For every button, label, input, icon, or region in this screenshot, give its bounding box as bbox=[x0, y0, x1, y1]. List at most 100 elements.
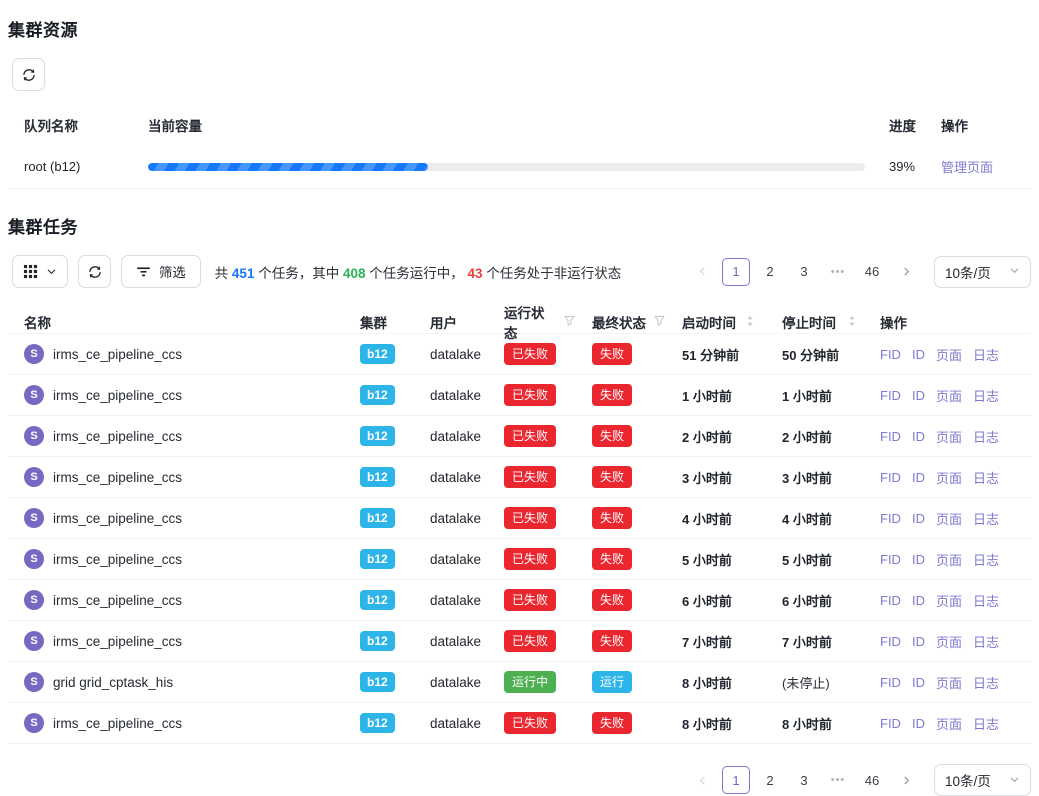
row-actions: FID ID 页面 日志 bbox=[864, 427, 1031, 446]
log-link[interactable]: 日志 bbox=[973, 550, 999, 569]
user-name: datalake bbox=[430, 593, 481, 608]
row-actions: FID ID 页面 日志 bbox=[864, 591, 1031, 610]
log-link[interactable]: 日志 bbox=[973, 427, 999, 446]
final-status-header-label: 最终状态 bbox=[592, 312, 646, 332]
id-link[interactable]: ID bbox=[912, 429, 925, 444]
start-time-header: 启动时间 bbox=[666, 312, 766, 332]
page-ellipsis[interactable]: ••• bbox=[824, 258, 852, 286]
page-link[interactable]: 页面 bbox=[936, 468, 962, 487]
cluster-tag: b12 bbox=[360, 508, 395, 528]
page-button-1[interactable]: 1 bbox=[722, 258, 750, 286]
log-link[interactable]: 日志 bbox=[973, 714, 999, 733]
manage-page-link[interactable]: 管理页面 bbox=[941, 160, 993, 175]
refresh-tasks-button[interactable] bbox=[78, 255, 111, 288]
fid-link[interactable]: FID bbox=[880, 634, 901, 649]
fid-link[interactable]: FID bbox=[880, 429, 901, 444]
page-link[interactable]: 页面 bbox=[936, 427, 962, 446]
queue-name: root (b12) bbox=[8, 159, 148, 174]
sorter-icon[interactable] bbox=[848, 314, 856, 331]
stop-time: 50 分钟前 bbox=[782, 345, 839, 364]
id-link[interactable]: ID bbox=[912, 347, 925, 362]
stop-time: (未停止) bbox=[782, 673, 830, 692]
fid-link[interactable]: FID bbox=[880, 511, 901, 526]
id-link[interactable]: ID bbox=[912, 470, 925, 485]
log-link[interactable]: 日志 bbox=[973, 345, 999, 364]
run-status-badge: 已失败 bbox=[504, 466, 556, 488]
task-name: irms_ce_pipeline_ccs bbox=[53, 552, 182, 567]
run-status-badge: 已失败 bbox=[504, 425, 556, 447]
cluster-tag: b12 bbox=[360, 549, 395, 569]
id-link[interactable]: ID bbox=[912, 675, 925, 690]
user-name: datalake bbox=[430, 429, 481, 444]
refresh-resources-button[interactable] bbox=[12, 58, 45, 91]
tasks-toolbar: 筛选 共 451 个任务，其中 408 个任务运行中， 43 个任务处于非运行状… bbox=[12, 255, 1031, 288]
log-link[interactable]: 日志 bbox=[973, 673, 999, 692]
page-size-select[interactable]: 10条/页 bbox=[934, 256, 1031, 288]
row-actions: FID ID 页面 日志 bbox=[864, 345, 1031, 364]
fid-link[interactable]: FID bbox=[880, 388, 901, 403]
capacity-cell bbox=[148, 163, 879, 171]
name-cell: S irms_ce_pipeline_ccs bbox=[8, 590, 344, 610]
id-link[interactable]: ID bbox=[912, 511, 925, 526]
id-link[interactable]: ID bbox=[912, 716, 925, 731]
table-row: S grid grid_cptask_his b12 datalake 运行中 … bbox=[8, 662, 1031, 703]
final-status-badge: 失败 bbox=[592, 466, 632, 488]
cluster-tag: b12 bbox=[360, 385, 395, 405]
page-link[interactable]: 页面 bbox=[936, 714, 962, 733]
filter-funnel-icon[interactable] bbox=[653, 314, 666, 330]
start-time: 7 小时前 bbox=[682, 632, 732, 651]
final-status-header: 最终状态 bbox=[576, 312, 666, 332]
next-page-button[interactable] bbox=[892, 258, 920, 286]
log-link[interactable]: 日志 bbox=[973, 386, 999, 405]
page-link[interactable]: 页面 bbox=[936, 345, 962, 364]
chevron-down-icon bbox=[1009, 264, 1020, 279]
page-link[interactable]: 页面 bbox=[936, 509, 962, 528]
page-link[interactable]: 页面 bbox=[936, 591, 962, 610]
start-time: 6 小时前 bbox=[682, 591, 732, 610]
page-link[interactable]: 页面 bbox=[936, 673, 962, 692]
run-status-badge: 已失败 bbox=[504, 548, 556, 570]
fid-link[interactable]: FID bbox=[880, 716, 901, 731]
user-name: datalake bbox=[430, 634, 481, 649]
page-link[interactable]: 页面 bbox=[936, 550, 962, 569]
log-link[interactable]: 日志 bbox=[973, 591, 999, 610]
task-name: irms_ce_pipeline_ccs bbox=[53, 347, 182, 362]
page-link[interactable]: 页面 bbox=[936, 632, 962, 651]
run-status-badge: 已失败 bbox=[504, 630, 556, 652]
fid-link[interactable]: FID bbox=[880, 470, 901, 485]
id-link[interactable]: ID bbox=[912, 634, 925, 649]
task-name: irms_ce_pipeline_ccs bbox=[53, 388, 182, 403]
table-row: S irms_ce_pipeline_ccs b12 datalake 已失败 … bbox=[8, 498, 1031, 539]
task-summary: 共 451 个任务，其中 408 个任务运行中， 43 个任务处于非运行状态 bbox=[215, 262, 622, 282]
avatar: S bbox=[24, 426, 44, 446]
fid-link[interactable]: FID bbox=[880, 347, 901, 362]
page-button-2[interactable]: 2 bbox=[756, 258, 784, 286]
page-button-3[interactable]: 3 bbox=[790, 258, 818, 286]
user-name: datalake bbox=[430, 470, 481, 485]
resources-table-header: 队列名称 当前容量 进度 操作 bbox=[8, 105, 1031, 145]
page-link[interactable]: 页面 bbox=[936, 386, 962, 405]
fid-link[interactable]: FID bbox=[880, 593, 901, 608]
progress-header: 进度 bbox=[879, 115, 935, 135]
prev-page-button[interactable] bbox=[688, 258, 716, 286]
filter-funnel-icon[interactable] bbox=[563, 314, 576, 330]
page-size-select[interactable]: 10条/页 bbox=[934, 764, 1031, 796]
log-link[interactable]: 日志 bbox=[973, 632, 999, 651]
final-status-badge: 失败 bbox=[592, 343, 632, 365]
log-link[interactable]: 日志 bbox=[973, 509, 999, 528]
queue-name-header: 队列名称 bbox=[8, 115, 148, 135]
column-settings-button[interactable] bbox=[12, 255, 68, 288]
summary-text: 共 bbox=[215, 266, 232, 281]
fid-link[interactable]: FID bbox=[880, 552, 901, 567]
sorter-icon[interactable] bbox=[746, 314, 754, 331]
cluster-tag: b12 bbox=[360, 467, 395, 487]
fid-link[interactable]: FID bbox=[880, 675, 901, 690]
log-link[interactable]: 日志 bbox=[973, 468, 999, 487]
id-link[interactable]: ID bbox=[912, 388, 925, 403]
id-link[interactable]: ID bbox=[912, 552, 925, 567]
stop-time: 3 小时前 bbox=[782, 468, 832, 487]
page-button-46[interactable]: 46 bbox=[858, 258, 886, 286]
filter-button[interactable]: 筛选 bbox=[121, 255, 201, 288]
final-status-badge: 失败 bbox=[592, 589, 632, 611]
id-link[interactable]: ID bbox=[912, 593, 925, 608]
